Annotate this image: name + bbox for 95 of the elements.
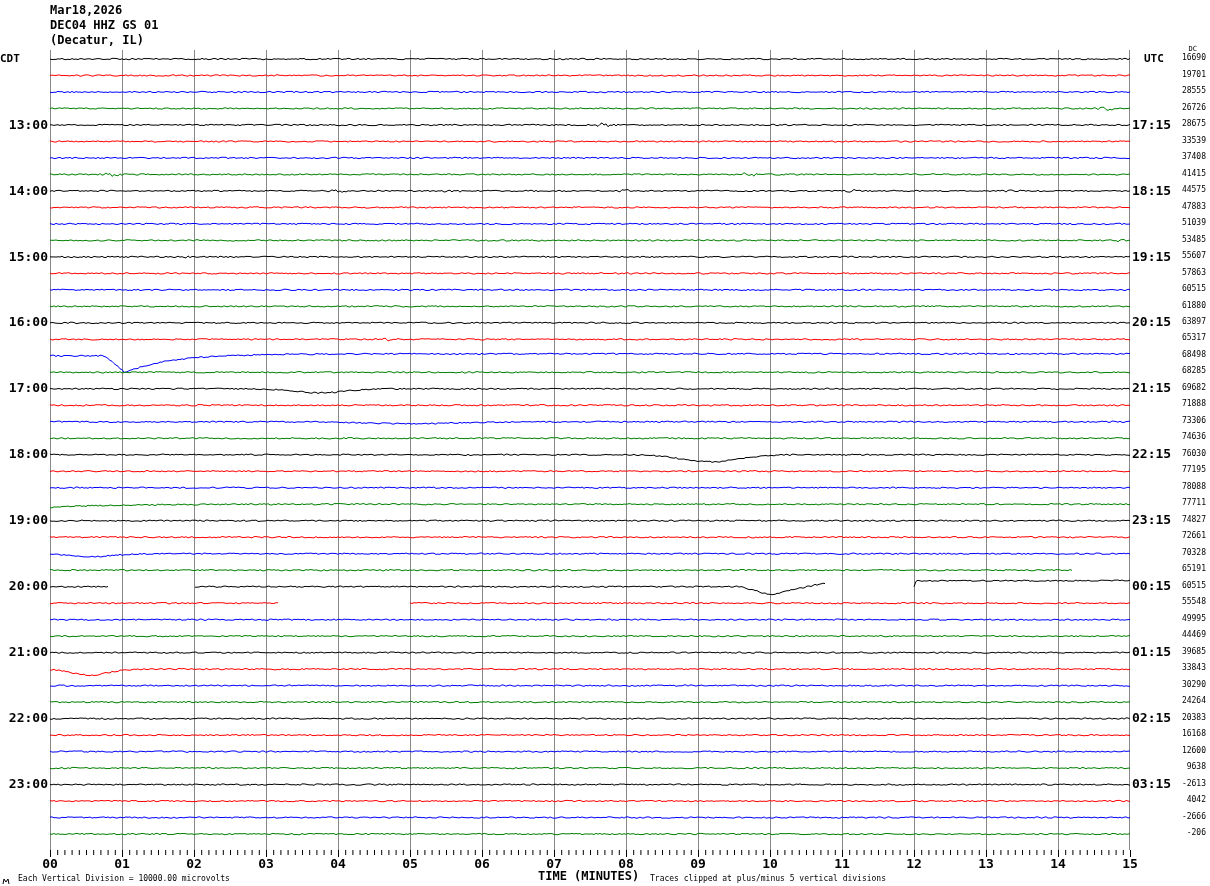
trace-offset: 68498 bbox=[1181, 350, 1206, 359]
utc-time-label: 02:15 bbox=[1132, 711, 1172, 725]
time-axis-title: TIME (MINUTES) bbox=[538, 868, 641, 885]
trace-offset: 70328 bbox=[1181, 548, 1206, 557]
local-time-label: 18:00 bbox=[8, 447, 48, 461]
trace-offset: 12600 bbox=[1181, 746, 1206, 755]
trace-offset: 28675 bbox=[1181, 120, 1206, 129]
time-tick-label: 03 bbox=[258, 856, 274, 871]
trace-offset: -2666 bbox=[1181, 812, 1206, 821]
time-tick-label: 01 bbox=[114, 856, 130, 871]
time-tick-label: 14 bbox=[1050, 856, 1066, 871]
trace-offset: 77711 bbox=[1181, 499, 1206, 508]
local-time-label: 17:00 bbox=[8, 381, 48, 395]
trace-offset: 9638 bbox=[1186, 763, 1206, 772]
trace-offset: 41415 bbox=[1181, 169, 1206, 178]
trace-offset: 49995 bbox=[1181, 614, 1206, 623]
utc-time-label: 18:15 bbox=[1132, 183, 1172, 197]
time-tick-label: 02 bbox=[186, 856, 202, 871]
local-time-label: 19:00 bbox=[8, 513, 48, 527]
trace-offset: 72661 bbox=[1181, 532, 1206, 541]
logo-icon bbox=[2, 878, 10, 884]
utc-time-label: 22:15 bbox=[1132, 447, 1172, 461]
utc-time-label: 20:15 bbox=[1132, 315, 1172, 329]
trace-offset: 74636 bbox=[1181, 433, 1206, 442]
time-tick-label: 09 bbox=[690, 856, 706, 871]
trace-offset: 44575 bbox=[1181, 186, 1206, 195]
trace-offset: 55607 bbox=[1181, 252, 1206, 261]
utc-time-label: 00:15 bbox=[1132, 579, 1172, 593]
trace-offset: 20383 bbox=[1181, 713, 1206, 722]
time-tick-label: 05 bbox=[402, 856, 418, 871]
time-tick-label: 07 bbox=[546, 856, 562, 871]
local-time-label: 13:00 bbox=[8, 117, 48, 131]
trace-offset: 71888 bbox=[1181, 400, 1206, 409]
trace-offset: 26726 bbox=[1181, 103, 1206, 112]
time-tick-label: 08 bbox=[618, 856, 634, 871]
utc-time-label: 19:15 bbox=[1132, 249, 1172, 263]
station-code: DEC04 HHZ GS 01 bbox=[50, 18, 159, 33]
trace-offset: 57863 bbox=[1181, 268, 1206, 277]
trace-offset: 33843 bbox=[1181, 664, 1206, 673]
trace-offset: 33539 bbox=[1181, 136, 1206, 145]
utc-time-label: 21:15 bbox=[1132, 381, 1172, 395]
trace-offset: 16168 bbox=[1181, 730, 1206, 739]
trace-offset: 30290 bbox=[1181, 680, 1206, 689]
trace-offset: 47883 bbox=[1181, 202, 1206, 211]
trace-offset: 16690 bbox=[1181, 54, 1206, 63]
trace-offset: 61880 bbox=[1181, 301, 1206, 310]
trace-offset: 51039 bbox=[1181, 219, 1206, 228]
trace-offset: -2613 bbox=[1181, 779, 1206, 788]
axis-title: CDT bbox=[0, 52, 20, 64]
local-time-label: 15:00 bbox=[8, 249, 48, 263]
trace-offset: 78088 bbox=[1181, 482, 1206, 491]
trace-offset: -206 bbox=[1186, 829, 1206, 837]
axis-title: UTC bbox=[1144, 52, 1164, 64]
clipping-note: Traces clipped at plus/minus 5 vertical divisions bbox=[650, 873, 886, 885]
utc-time-label: 01:15 bbox=[1132, 645, 1172, 659]
time-tick-label: 11 bbox=[834, 856, 850, 871]
station-location: (Decatur, IL) bbox=[50, 33, 144, 48]
time-tick-label: 00 bbox=[42, 856, 58, 871]
plot-date: Mar18,2026 bbox=[50, 3, 123, 18]
trace-offset: 53485 bbox=[1181, 235, 1206, 244]
scale-note: Each Vertical Division = 10000.00 microvolts bbox=[18, 873, 231, 885]
local-time-label: 21:00 bbox=[8, 645, 48, 659]
trace-offset: 76030 bbox=[1181, 449, 1206, 458]
trace-offset: 68285 bbox=[1181, 367, 1206, 376]
trace-offset: 73306 bbox=[1181, 416, 1206, 425]
time-tick-label: 12 bbox=[906, 856, 922, 871]
trace-offset: 55548 bbox=[1181, 598, 1206, 607]
trace-offset: 60515 bbox=[1181, 285, 1206, 293]
trace-offset: 69682 bbox=[1181, 383, 1206, 392]
local-time-label: 23:00 bbox=[8, 777, 48, 791]
trace-offset: 65317 bbox=[1181, 334, 1206, 343]
local-time-label: 20:00 bbox=[8, 579, 48, 593]
time-tick-label: 15 bbox=[1122, 856, 1138, 871]
local-time-label: 16:00 bbox=[8, 315, 48, 329]
trace-offset: 65191 bbox=[1181, 565, 1206, 574]
local-time-label: 22:00 bbox=[8, 711, 48, 725]
trace-offset: 4042 bbox=[1186, 796, 1206, 805]
trace-offset: 74827 bbox=[1181, 515, 1206, 524]
trace-offset: 63897 bbox=[1181, 318, 1206, 326]
trace-offset: 19701 bbox=[1181, 70, 1206, 79]
trace-offset: 60515 bbox=[1181, 581, 1206, 590]
time-tick-label: 10 bbox=[762, 856, 778, 871]
trace-offset: 77195 bbox=[1181, 466, 1206, 475]
utc-time-label: 17:15 bbox=[1132, 117, 1172, 131]
utc-time-label: 23:15 bbox=[1132, 513, 1172, 527]
time-tick-label: 06 bbox=[474, 856, 490, 871]
time-tick-label: 04 bbox=[330, 856, 346, 871]
trace-offset: 37408 bbox=[1181, 153, 1206, 162]
trace-offset: 44469 bbox=[1181, 631, 1206, 640]
time-tick-label: 13 bbox=[978, 856, 994, 871]
trace-offset: 39685 bbox=[1181, 647, 1206, 656]
trace-offset: 24264 bbox=[1181, 697, 1206, 706]
trace-offset: 28555 bbox=[1181, 87, 1206, 96]
utc-time-label: 03:15 bbox=[1132, 777, 1172, 791]
local-time-label: 14:00 bbox=[8, 183, 48, 197]
